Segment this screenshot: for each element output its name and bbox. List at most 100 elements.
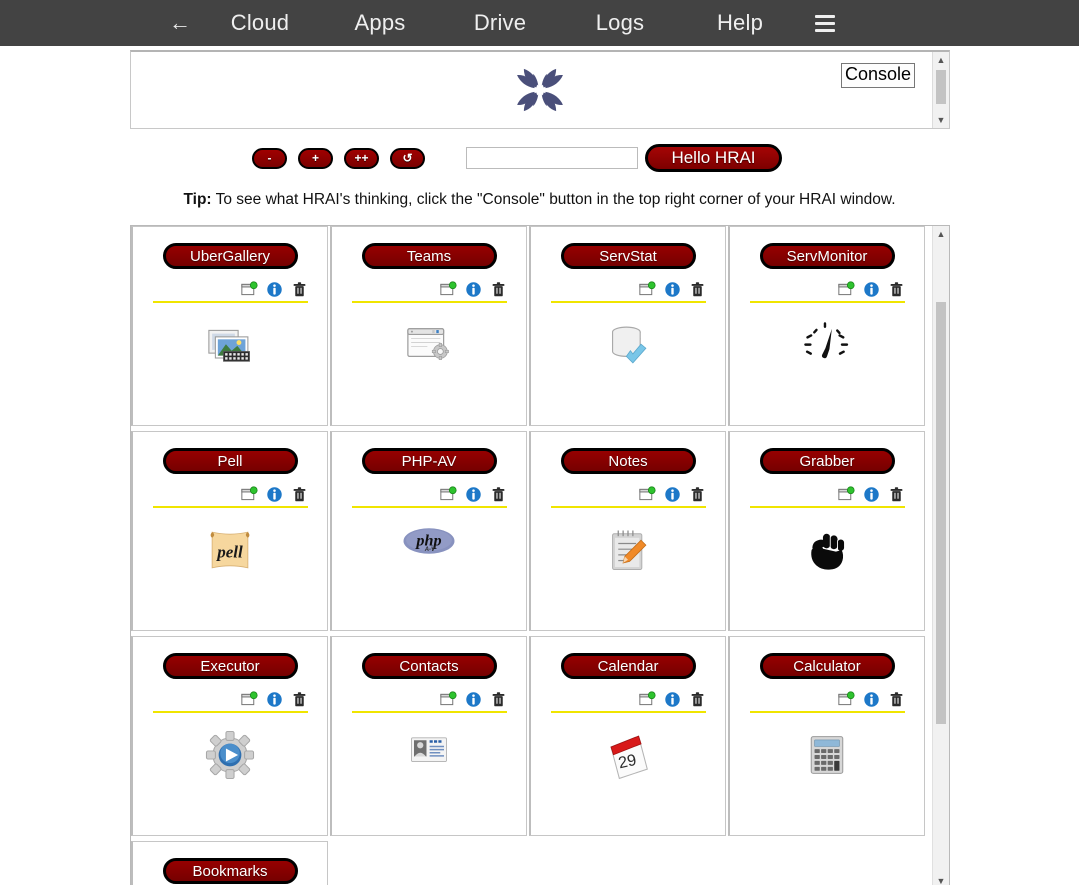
- console-scroll-thumb[interactable]: [936, 70, 946, 104]
- app-card-servmonitor[interactable]: ServMonitor: [728, 226, 925, 426]
- hamburger-menu-icon[interactable]: [802, 14, 848, 32]
- info-icon[interactable]: [664, 281, 681, 298]
- open-in-new-window-icon[interactable]: [241, 690, 258, 708]
- grid-scroll-track[interactable]: [933, 242, 949, 873]
- info-icon[interactable]: [863, 486, 880, 503]
- hrai-swirl-logo-icon: [517, 68, 563, 112]
- app-title-button[interactable]: Pell: [162, 448, 298, 474]
- app-title-button[interactable]: Teams: [361, 243, 497, 269]
- trash-icon[interactable]: [689, 281, 706, 298]
- app-card-contacts[interactable]: Contacts: [330, 636, 527, 836]
- app-title-button[interactable]: Calculator: [759, 653, 895, 679]
- trash-icon[interactable]: [888, 691, 905, 708]
- open-in-new-window-icon[interactable]: [639, 690, 656, 708]
- grid-scrollbar[interactable]: ▲ ▼: [932, 226, 949, 885]
- app-title-button[interactable]: Executor: [162, 653, 298, 679]
- controls-row: - + ++ ↺ Hello HRAI: [0, 141, 1079, 175]
- increase-more-button[interactable]: ++: [344, 147, 379, 169]
- open-in-new-window-icon[interactable]: [241, 485, 258, 503]
- trash-icon[interactable]: [291, 281, 308, 298]
- open-in-new-window-icon[interactable]: [241, 280, 258, 298]
- info-icon[interactable]: [266, 691, 283, 708]
- database-check-icon: [611, 326, 647, 364]
- scroll-pell-icon: pell: [210, 531, 250, 569]
- app-card-calculator[interactable]: Calculator: [728, 636, 925, 836]
- trash-icon[interactable]: [490, 691, 507, 708]
- nav-item-apps[interactable]: Apps: [320, 10, 440, 36]
- app-card-teams[interactable]: Teams: [330, 226, 527, 426]
- info-icon[interactable]: [664, 691, 681, 708]
- info-icon[interactable]: [465, 281, 482, 298]
- trash-icon[interactable]: [291, 486, 308, 503]
- reset-button[interactable]: ↺: [390, 147, 425, 169]
- photo-gallery-icon: [208, 329, 250, 362]
- app-card-grabber[interactable]: Grabber: [728, 431, 925, 631]
- app-title-button[interactable]: ServMonitor: [759, 243, 895, 269]
- app-card-php-av[interactable]: PHP-AV php A-V: [330, 431, 527, 631]
- trash-icon[interactable]: [888, 281, 905, 298]
- nav-item-drive[interactable]: Drive: [440, 10, 560, 36]
- open-in-new-window-icon[interactable]: [440, 690, 457, 708]
- info-icon[interactable]: [465, 486, 482, 503]
- info-icon[interactable]: [863, 281, 880, 298]
- app-title-button[interactable]: UberGallery: [162, 243, 298, 269]
- app-title-button[interactable]: Bookmarks: [162, 858, 298, 884]
- open-in-new-window-icon[interactable]: [838, 280, 855, 298]
- nav-item-help[interactable]: Help: [680, 10, 800, 36]
- app-title-button[interactable]: Grabber: [759, 448, 895, 474]
- open-in-new-window-icon[interactable]: [838, 690, 855, 708]
- info-icon[interactable]: [465, 691, 482, 708]
- nav-item-logs[interactable]: Logs: [560, 10, 680, 36]
- app-icon-area: 29: [531, 713, 725, 835]
- trash-icon[interactable]: [490, 486, 507, 503]
- open-in-new-window-icon[interactable]: [639, 485, 656, 503]
- app-title-button[interactable]: Calendar: [560, 653, 696, 679]
- console-scroll-down-arrow[interactable]: ▼: [933, 112, 950, 128]
- calendar-day-label: 29: [617, 751, 638, 772]
- app-row: Pell pell PHP-AV php A-V Notes Grabber: [131, 431, 932, 631]
- hello-hrai-button[interactable]: Hello HRAI: [645, 144, 782, 172]
- console-scroll-up-arrow[interactable]: ▲: [933, 52, 950, 68]
- app-title-button[interactable]: Contacts: [361, 653, 497, 679]
- open-in-new-window-icon[interactable]: [838, 485, 855, 503]
- app-icon-area: [531, 508, 725, 630]
- console-button[interactable]: Console: [840, 63, 915, 88]
- info-icon[interactable]: [664, 486, 681, 503]
- trash-icon[interactable]: [490, 281, 507, 298]
- open-in-new-window-icon[interactable]: [440, 485, 457, 503]
- info-icon[interactable]: [863, 691, 880, 708]
- app-card-pell[interactable]: Pell pell: [131, 431, 328, 631]
- nav-item-cloud[interactable]: Cloud: [200, 10, 320, 36]
- app-card-notes[interactable]: Notes: [529, 431, 726, 631]
- prompt-input[interactable]: [466, 147, 638, 169]
- open-in-new-window-icon[interactable]: [639, 280, 656, 298]
- open-in-new-window-icon[interactable]: [440, 280, 457, 298]
- trash-icon[interactable]: [689, 691, 706, 708]
- grid-scroll-thumb[interactable]: [936, 302, 946, 724]
- console-scrollbar[interactable]: ▲ ▼: [932, 52, 949, 128]
- info-icon[interactable]: [266, 486, 283, 503]
- trash-icon[interactable]: [888, 486, 905, 503]
- grid-scroll-up-arrow[interactable]: ▲: [933, 226, 950, 242]
- app-card-servstat[interactable]: ServStat: [529, 226, 726, 426]
- app-title-button[interactable]: PHP-AV: [361, 448, 497, 474]
- app-card-calendar[interactable]: Calendar 29: [529, 636, 726, 836]
- card-action-icons: [730, 280, 924, 298]
- app-row: UberGallery Teams ServStat ServMonitor: [131, 226, 932, 426]
- trash-icon[interactable]: [291, 691, 308, 708]
- trash-icon[interactable]: [689, 486, 706, 503]
- gear-play-icon: [205, 730, 255, 780]
- app-card-executor[interactable]: Executor: [131, 636, 328, 836]
- decrease-button[interactable]: -: [252, 147, 287, 169]
- app-card-bookmarks[interactable]: Bookmarks: [131, 841, 328, 885]
- back-arrow-icon[interactable]: ←: [160, 12, 200, 34]
- app-title-button[interactable]: ServStat: [560, 243, 696, 269]
- console-scroll-track[interactable]: [933, 68, 949, 112]
- app-grid-panel: UberGallery Teams ServStat ServMonitor P…: [130, 225, 950, 885]
- info-icon[interactable]: [266, 281, 283, 298]
- zoom-controls-group: - + ++ ↺: [252, 147, 425, 169]
- grid-scroll-down-arrow[interactable]: ▼: [933, 873, 950, 885]
- increase-button[interactable]: +: [298, 147, 333, 169]
- app-card-ubergallery[interactable]: UberGallery: [131, 226, 328, 426]
- app-title-button[interactable]: Notes: [560, 448, 696, 474]
